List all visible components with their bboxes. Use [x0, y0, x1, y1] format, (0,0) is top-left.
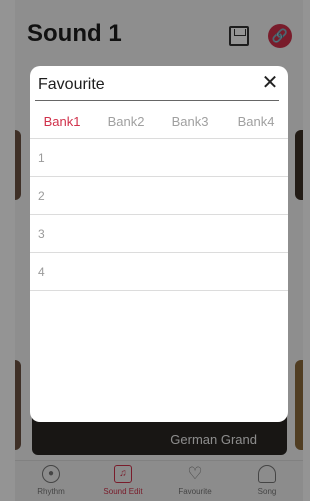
close-icon[interactable]: ✕ [260, 73, 280, 93]
tab-bank4[interactable]: Bank4 [231, 112, 281, 134]
favourite-dialog: Favourite ✕ Bank1 Bank2 Bank3 Bank4 1 2 … [30, 66, 288, 422]
list-item[interactable]: 2 [30, 177, 288, 215]
tab-bank1[interactable]: Bank1 [37, 112, 87, 134]
list-item[interactable]: 1 [30, 139, 288, 177]
list-item[interactable]: 3 [30, 215, 288, 253]
favourite-slot-list: 1 2 3 4 [30, 139, 288, 291]
divider [35, 100, 279, 101]
list-item[interactable]: 4 [30, 253, 288, 291]
bank-tabs: Bank1 Bank2 Bank3 Bank4 [30, 112, 288, 138]
tab-bank3[interactable]: Bank3 [165, 112, 215, 134]
dialog-title: Favourite [38, 76, 105, 93]
tab-bank2[interactable]: Bank2 [101, 112, 151, 134]
